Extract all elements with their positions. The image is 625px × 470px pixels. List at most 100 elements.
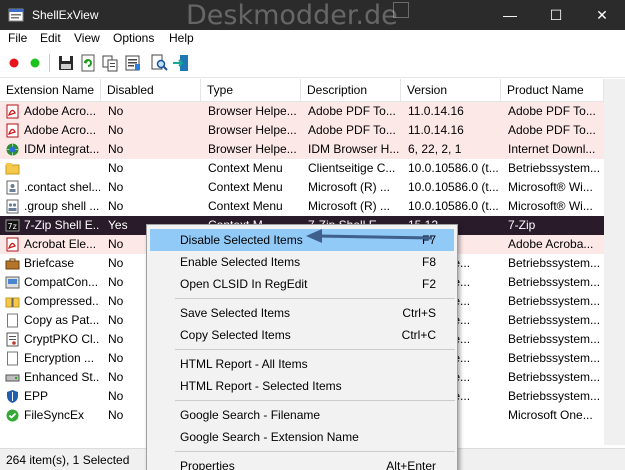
cell-product-name: Microsoft One... <box>508 408 593 422</box>
cell-description: Clientseitige C... <box>308 161 396 175</box>
pdf-icon <box>6 123 19 138</box>
menu-item-open-clsid-in-regedit[interactable]: Open CLSID In RegEdit F2 <box>150 273 454 295</box>
menu-file[interactable]: File <box>8 31 27 45</box>
shield-icon <box>7 390 18 403</box>
column-version[interactable]: Version <box>401 79 501 102</box>
group-icon <box>6 199 19 214</box>
cell-extension-name: FileSyncEx <box>24 408 85 422</box>
cell-description: Microsoft (R) ... <box>308 199 391 213</box>
cell-extension-name: CompatCon... <box>24 275 99 289</box>
table-row[interactable]: Adobe Acro... No Browser Helpe... Adobe PDF… <box>0 121 604 140</box>
column-type[interactable]: Type <box>201 79 301 102</box>
column-disabled[interactable]: Disabled <box>101 79 201 102</box>
globe-icon <box>6 143 19 156</box>
table-row[interactable]: .group shell ... No Context Menu Microsoft … <box>0 197 604 216</box>
watermark-box <box>393 2 409 18</box>
menu-item-shortcut: Ctrl+C <box>401 328 436 342</box>
cell-extension-name: Adobe Acro... <box>24 123 97 137</box>
maximize-button[interactable]: ☐ <box>533 0 579 30</box>
column-description[interactable]: Description <box>301 79 401 102</box>
menu-help[interactable]: Help <box>169 31 194 45</box>
cell-extension-name: Encryption ... <box>24 351 95 365</box>
menu-item-google-search-extension-name[interactable]: Google Search - Extension Name <box>150 426 454 448</box>
contact-icon <box>6 180 19 195</box>
menu-item-save-selected-items[interactable]: Save Selected Items Ctrl+S <box>150 302 454 324</box>
menu-view[interactable]: View <box>74 31 100 45</box>
briefcase-icon <box>5 258 20 270</box>
refresh-icon[interactable] <box>79 54 97 72</box>
pdf-icon <box>6 104 19 119</box>
green-dot-icon[interactable] <box>26 54 44 72</box>
menu-item-google-search-filename[interactable]: Google Search - Filename <box>150 404 454 426</box>
cell-type: Browser Helpe... <box>208 104 297 118</box>
window-title: ShellExView <box>32 8 99 22</box>
cell-type: Browser Helpe... <box>208 142 297 156</box>
menu-item-enable-selected-items[interactable]: Enable Selected Items F8 <box>150 251 454 273</box>
copy-icon[interactable] <box>101 54 119 72</box>
context-menu: Disable Selected Items F7 Enable Selected … <box>146 224 458 470</box>
red-dot-icon[interactable] <box>5 54 23 72</box>
column-product-name[interactable]: Product Name <box>501 79 604 102</box>
status-text: 264 item(s), 1 Selected <box>6 453 130 467</box>
menu-item-label: Properties <box>180 459 235 470</box>
svg-text:7z: 7z <box>8 222 17 231</box>
table-row[interactable]: No Context Menu Clientseitige C... 10.0.105… <box>0 159 604 178</box>
table-row[interactable]: .contact shel... No Context Menu Microsoft … <box>0 178 604 197</box>
menu-item-shortcut: Ctrl+S <box>402 306 436 320</box>
cell-disabled: No <box>108 123 124 137</box>
menu-edit[interactable]: Edit <box>40 31 61 45</box>
menu-item-label: Save Selected Items <box>180 306 291 320</box>
menu-item-shortcut: F7 <box>421 233 436 247</box>
close-button[interactable]: ✕ <box>579 0 625 30</box>
cell-type: Context Menu <box>208 161 283 175</box>
cell-extension-name: .contact shel... <box>24 180 100 194</box>
menu-item-label: HTML Report - All Items <box>180 357 308 371</box>
cell-product-name: Microsoft® Wi... <box>508 199 593 213</box>
header-scroll-corner <box>604 79 625 102</box>
menu-item-label: Enable Selected Items <box>180 255 301 269</box>
cell-version: 11.0.14.16 <box>408 104 464 118</box>
menu-options[interactable]: Options <box>113 31 154 45</box>
cell-disabled: No <box>108 104 124 118</box>
cell-product-name: Adobe PDF To... <box>508 104 596 118</box>
cell-disabled: No <box>108 142 124 156</box>
table-row[interactable]: IDM integrat... No Browser Helpe... IDM Bro… <box>0 140 604 159</box>
cell-extension-name: Copy as Pat... <box>24 313 100 327</box>
properties-icon[interactable] <box>124 54 142 72</box>
menu-item-properties[interactable]: Properties Alt+Enter <box>150 455 454 470</box>
menu-item-html-report-all-items[interactable]: HTML Report - All Items <box>150 353 454 375</box>
cell-extension-name: IDM integrat... <box>24 142 100 156</box>
cell-version: 11.0.14.16 <box>408 123 464 137</box>
minimize-button[interactable]: — <box>487 0 533 30</box>
menu-separator <box>175 349 455 350</box>
menu-item-copy-selected-items[interactable]: Copy Selected Items Ctrl+C <box>150 324 454 346</box>
menu-item-html-report-selected-items[interactable]: HTML Report - Selected Items <box>150 375 454 397</box>
menu-item-label: HTML Report - Selected Items <box>180 379 342 393</box>
exit-icon[interactable] <box>172 54 190 72</box>
vertical-scrollbar[interactable] <box>604 102 625 445</box>
cell-extension-name <box>24 159 100 178</box>
cell-extension-name: Enhanced St... <box>24 370 100 384</box>
cell-description: IDM Browser H... <box>308 142 400 156</box>
menu-item-label: Google Search - Filename <box>180 408 321 422</box>
menu-item-disable-selected-items[interactable]: Disable Selected Items F7 <box>150 229 454 251</box>
sync-icon <box>6 409 19 422</box>
cell-product-name: Betriebssystem... <box>508 351 601 365</box>
page-icon <box>7 351 18 366</box>
cell-disabled: No <box>108 161 124 175</box>
menu-item-shortcut: F2 <box>421 277 436 291</box>
pdf-icon <box>6 237 19 252</box>
column-extension-name[interactable]: Extension Name <box>0 79 101 102</box>
cell-disabled: No <box>108 199 124 213</box>
cell-product-name: Betriebssystem... <box>508 389 601 403</box>
cell-description: Adobe PDF To... <box>308 123 396 137</box>
table-row[interactable]: Adobe Acro... No Browser Helpe... Adobe PDF… <box>0 102 604 121</box>
save-icon[interactable] <box>57 54 75 72</box>
compat-icon <box>5 276 20 289</box>
folder-icon <box>5 163 20 175</box>
menu-separator <box>175 400 455 401</box>
cell-version: 10.0.10586.0 (t... <box>408 180 499 194</box>
find-icon[interactable] <box>150 54 168 72</box>
cell-type: Browser Helpe... <box>208 123 297 137</box>
menu-item-label: Open CLSID In RegEdit <box>180 277 308 291</box>
